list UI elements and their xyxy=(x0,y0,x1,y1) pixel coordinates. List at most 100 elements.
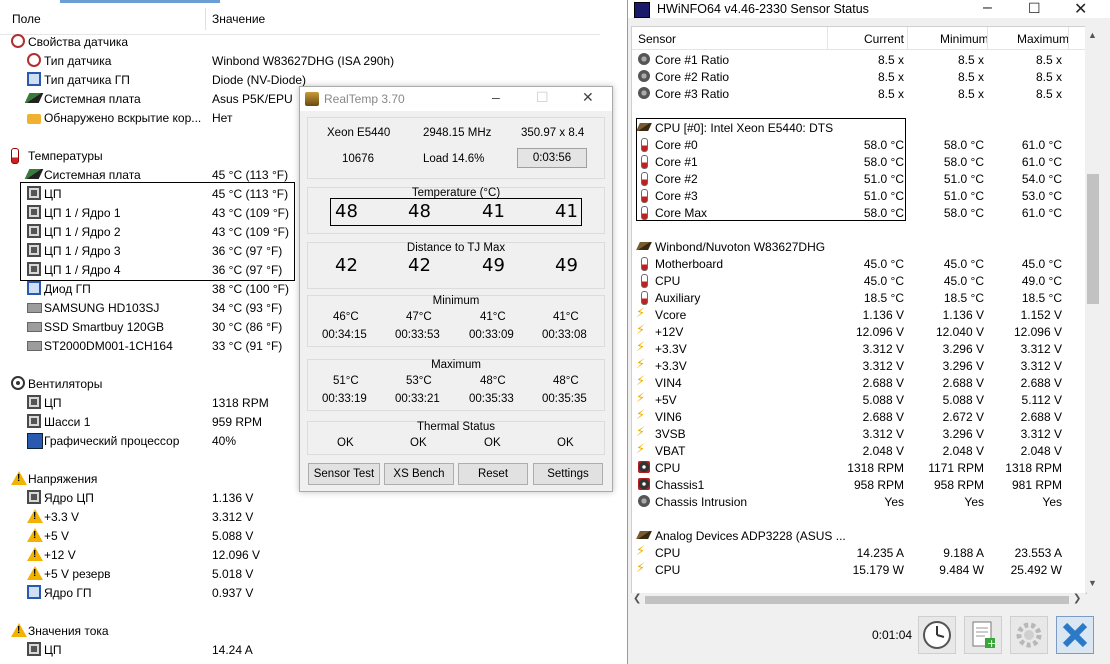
hwinfo-group-row[interactable]: Winbond/Nuvoton W83627DHG xyxy=(632,238,1086,255)
vertical-scroll-thumb[interactable] xyxy=(1087,174,1099,304)
hwinfo-sensor-name: Core #1 Ratio xyxy=(655,53,730,67)
hwinfo-current-value: 12.096 V xyxy=(855,325,904,339)
hwinfo-col-maximum[interactable]: Maximum xyxy=(1017,32,1069,46)
aida-sensor-row[interactable]: Ядро ГП 0.937 V xyxy=(0,583,600,602)
aida-sensor-row[interactable]: ЦП 14.24 A xyxy=(0,640,600,659)
maximize-icon[interactable]: ☐ xyxy=(1028,0,1041,17)
core2-thermal: OK xyxy=(484,437,501,449)
scroll-right-icon[interactable]: ❯ xyxy=(1073,593,1081,604)
hwinfo-col-sensor[interactable]: Sensor xyxy=(638,32,676,46)
hwinfo-current-value: 8.5 x xyxy=(877,53,904,67)
close-sensors-button[interactable] xyxy=(1056,616,1094,654)
hwinfo-sensor-row[interactable]: CPU 1318 RPM 1171 RPM 1318 RPM xyxy=(632,459,1086,476)
motherboard-icon xyxy=(24,169,44,179)
hwinfo-sensor-row[interactable]: CPU 15.179 W 9.484 W 25.492 W xyxy=(632,560,1086,578)
aida-top-scroll-hint xyxy=(60,0,220,3)
rt-minimize-icon[interactable]: – xyxy=(492,89,500,105)
hwinfo-sensor-row[interactable]: Core #2 Ratio 8.5 x 8.5 x 8.5 x xyxy=(632,68,1086,85)
hwinfo-current-value: 14.235 A xyxy=(856,546,904,560)
hwinfo-sensor-row[interactable]: +12V 12.096 V 12.040 V 12.096 V xyxy=(632,322,1086,340)
hwinfo-sensor-row[interactable]: Vcore 1.136 V 1.136 V 1.152 V xyxy=(632,305,1086,323)
hwinfo-sensor-row[interactable]: VIN4 2.688 V 2.688 V 2.688 V xyxy=(632,373,1086,391)
hwinfo-sensor-row[interactable]: CPU 45.0 °C 45.0 °C 49.0 °C xyxy=(632,272,1086,289)
maximum-group: Maximum 51°C 53°C 48°C 48°C 00:33:19 00:… xyxy=(307,359,605,411)
minimum-group: Minimum 46°C 47°C 41°C 41°C 00:34:15 00:… xyxy=(307,295,605,347)
aida-sensor-row[interactable]: +5 V 5.088 V xyxy=(0,526,600,545)
aida-col-field[interactable]: Поле xyxy=(12,12,41,26)
hwinfo-horizontal-scrollbar[interactable]: ❮ ❯ xyxy=(631,593,1085,607)
horizontal-scroll-thumb[interactable] xyxy=(645,596,1069,604)
hwinfo-col-current[interactable]: Current xyxy=(864,32,904,46)
hwinfo-sensor-row xyxy=(632,102,1086,119)
hwinfo-vertical-scrollbar[interactable]: ▲ ▼ xyxy=(1085,26,1101,592)
aida-row-value: 30 °C (86 °F) xyxy=(212,320,283,334)
aida-sensor-row[interactable]: +5 V резерв 5.018 V xyxy=(0,564,600,583)
hwinfo-sensor-row[interactable]: Auxiliary 18.5 °C 18.5 °C 18.5 °C xyxy=(632,289,1086,306)
core0-max-temp: 51°C xyxy=(333,375,359,387)
xs-bench-button[interactable]: XS Bench xyxy=(384,463,454,485)
aida-section-row[interactable]: Значения тока xyxy=(0,621,600,640)
hwinfo-sensor-row[interactable]: Chassis1 958 RPM 958 RPM 981 RPM xyxy=(632,476,1086,493)
close-icon[interactable]: ✕ xyxy=(1074,0,1087,19)
reset-button[interactable]: Reset xyxy=(458,463,528,485)
hwinfo-min-value: 5.088 V xyxy=(942,393,984,407)
aida-section-row[interactable]: Свойства датчика xyxy=(0,32,600,51)
aida-sensor-row[interactable]: Тип датчика Winbond W83627DHG (ISA 290h) xyxy=(0,51,600,70)
hwinfo-current-value: 2.688 V xyxy=(862,410,904,424)
hwinfo-sensor-row[interactable]: VIN6 2.688 V 2.672 V 2.688 V xyxy=(632,407,1086,425)
hwinfo-current-value: 18.5 °C xyxy=(863,291,904,305)
hwinfo-sensor-name: Core #2 Ratio xyxy=(655,70,730,84)
hwinfo-sensor-row[interactable]: Chassis Intrusion Yes Yes Yes xyxy=(632,493,1086,510)
hwinfo-column-header: Sensor Current Minimum Maximum xyxy=(632,27,1086,50)
hwinfo-titlebar[interactable]: HWiNFO64 v4.46-2330 Sensor Status – ☐ ✕ xyxy=(628,0,1110,18)
hwinfo-col-minimum[interactable]: Minimum xyxy=(940,32,989,46)
aida-sensor-row[interactable]: +3.3 V 3.312 V xyxy=(0,507,600,526)
aida-col-divider[interactable] xyxy=(205,8,206,30)
hwinfo-sensor-row[interactable]: +3.3V 3.312 V 3.296 V 3.312 V xyxy=(632,356,1086,374)
core2-distance: 49 xyxy=(482,255,505,276)
scroll-left-icon[interactable]: ❮ xyxy=(633,593,641,604)
hwinfo-logo-icon xyxy=(634,2,650,18)
thermometer-icon xyxy=(641,291,648,305)
log-button[interactable]: + xyxy=(964,616,1002,654)
aida-row-value: 38 °C (100 °F) xyxy=(212,282,289,296)
sensor-test-button[interactable]: Sensor Test xyxy=(308,463,380,485)
rt-close-icon[interactable]: ✕ xyxy=(582,89,594,106)
clock-button[interactable] xyxy=(918,616,956,654)
hwinfo-current-value: 2.048 V xyxy=(862,444,904,458)
settings-button[interactable]: Settings xyxy=(533,463,603,485)
warning-icon xyxy=(11,623,27,637)
hwinfo-current-value: 8.5 x xyxy=(877,70,904,84)
hwinfo-current-value: 8.5 x xyxy=(877,87,904,101)
hwinfo-sensor-name: Chassis Intrusion xyxy=(655,495,748,509)
aida-row-value: 14.24 A xyxy=(212,643,253,657)
scroll-up-icon[interactable]: ▲ xyxy=(1088,30,1097,40)
hwinfo-sensor-row[interactable]: Motherboard 45.0 °C 45.0 °C 45.0 °C xyxy=(632,255,1086,272)
hwinfo-sensor-row[interactable]: +3.3V 3.312 V 3.296 V 3.312 V xyxy=(632,339,1086,357)
hwinfo-sensor-row xyxy=(632,221,1086,238)
hwinfo-max-value: 8.5 x xyxy=(1035,87,1062,101)
aida-sensor-row[interactable]: +12 V 12.096 V xyxy=(0,545,600,564)
hwinfo-sensor-row[interactable]: Core #3 Ratio 8.5 x 8.5 x 8.5 x xyxy=(632,85,1086,102)
aida-row-value: 40% xyxy=(212,434,237,448)
realtemp-titlebar[interactable]: RealTemp 3.70 – ☐ ✕ xyxy=(300,87,612,111)
scroll-down-icon[interactable]: ▼ xyxy=(1088,578,1097,588)
hwinfo-current-value: 958 RPM xyxy=(853,478,904,492)
hwinfo-group-row[interactable]: Analog Devices ADP3228 (ASUS ... xyxy=(632,527,1086,544)
aida-row-value: 1.136 V xyxy=(212,491,254,505)
hwinfo-sensor-row[interactable]: VBAT 2.048 V 2.048 V 2.048 V xyxy=(632,441,1086,459)
hwinfo-sensor-row[interactable]: 3VSB 3.312 V 3.296 V 3.312 V xyxy=(632,424,1086,442)
monitor-icon xyxy=(27,72,41,86)
hwinfo-sensor-row[interactable]: Core #1 Ratio 8.5 x 8.5 x 8.5 x xyxy=(632,51,1086,68)
aida-row-value: Diode (NV-Diode) xyxy=(212,73,307,87)
aida-col-value[interactable]: Значение xyxy=(212,12,265,26)
hwinfo-min-value: 51.0 °C xyxy=(943,189,984,203)
core0-temp: 48 xyxy=(335,201,358,222)
settings-button[interactable] xyxy=(1010,616,1048,654)
minimize-icon[interactable]: – xyxy=(983,0,992,17)
thermometer-icon xyxy=(641,274,648,288)
aida-row-label: Температуры xyxy=(28,149,103,163)
hwinfo-sensor-row[interactable]: CPU 14.235 A 9.188 A 23.553 A xyxy=(632,543,1086,561)
distance-title: Distance to TJ Max xyxy=(406,242,506,254)
hwinfo-sensor-row[interactable]: +5V 5.088 V 5.088 V 5.112 V xyxy=(632,390,1086,408)
